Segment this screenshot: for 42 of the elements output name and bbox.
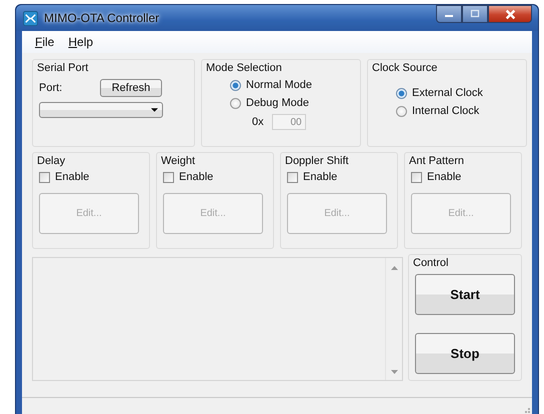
radio-button[interactable]	[230, 80, 241, 90]
group-title: Mode Selection	[206, 61, 283, 75]
group-title: Weight	[161, 154, 196, 168]
radio-label: External Clock	[412, 87, 483, 99]
checkbox[interactable]	[39, 172, 50, 182]
group-title: Doppler Shift	[285, 154, 350, 168]
app-icon	[23, 10, 38, 26]
window-title: MIMO-OTA Controller	[44, 11, 160, 25]
control-button[interactable]: Start	[415, 274, 515, 315]
group-title: Clock Source	[372, 61, 438, 75]
minimize-button[interactable]	[436, 5, 462, 23]
radio-button[interactable]	[396, 88, 407, 98]
port-dropdown[interactable]	[39, 102, 163, 118]
maximize-icon	[470, 9, 480, 19]
control-button[interactable]: Stop	[415, 333, 515, 374]
port-label: Port:	[39, 82, 62, 94]
hex-prefix: 0x	[252, 116, 264, 128]
checkbox[interactable]	[163, 172, 174, 182]
checkbox-label: Enable	[179, 171, 214, 183]
scroll-down-icon[interactable]	[390, 370, 398, 374]
group-title: Serial Port	[37, 61, 90, 75]
scroll-up-icon[interactable]	[390, 266, 398, 270]
refresh-button[interactable]: Refresh	[100, 79, 162, 97]
checkbox[interactable]	[411, 172, 422, 182]
radio-label: Debug Mode	[246, 97, 309, 109]
close-icon	[504, 8, 516, 20]
maximize-button[interactable]	[462, 5, 488, 23]
group-title: Control	[413, 256, 450, 270]
checkbox[interactable]	[287, 172, 298, 182]
checkbox-label: Enable	[427, 171, 462, 183]
checkbox-label: Enable	[55, 171, 90, 183]
menu-item[interactable]: Help	[65, 35, 96, 49]
radio-button[interactable]	[396, 106, 407, 116]
close-button[interactable]	[488, 5, 532, 23]
radio-button[interactable]	[230, 98, 241, 108]
caret-icon	[151, 108, 158, 112]
radio-label: Normal Mode	[246, 79, 312, 91]
group-title: Delay	[37, 154, 66, 168]
menu-item[interactable]: File	[32, 35, 58, 49]
checkbox-label: Enable	[303, 171, 338, 183]
group-title: Ant Pattern	[409, 154, 466, 168]
radio-label: Internal Clock	[412, 105, 480, 117]
